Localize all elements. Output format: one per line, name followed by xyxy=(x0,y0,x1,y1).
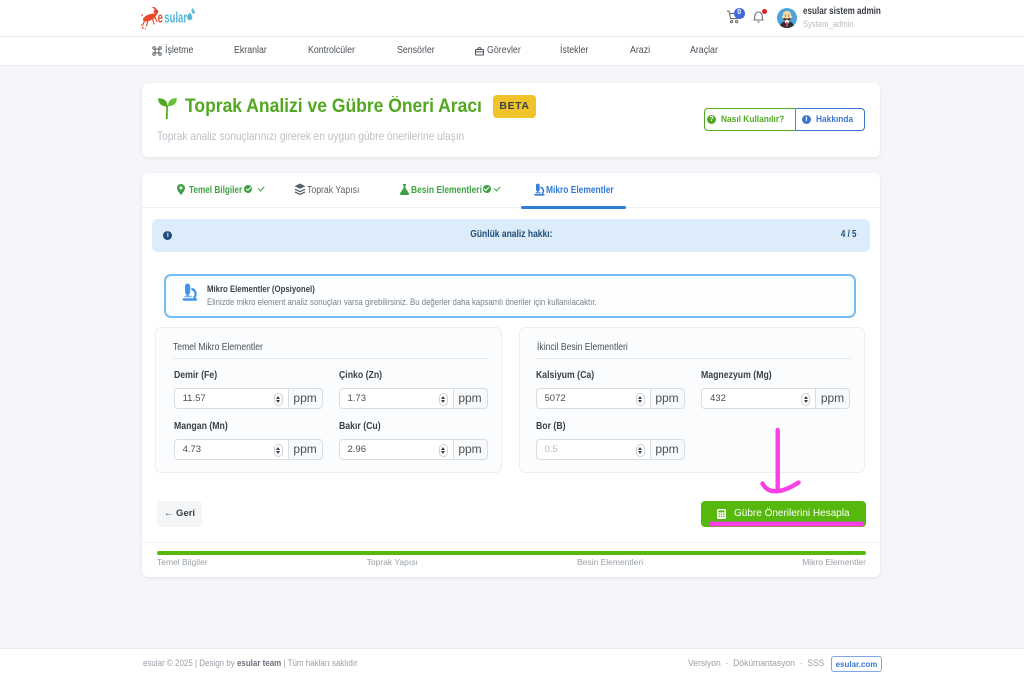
svg-text:e: e xyxy=(158,9,163,26)
svg-text:sular: sular xyxy=(164,9,187,26)
